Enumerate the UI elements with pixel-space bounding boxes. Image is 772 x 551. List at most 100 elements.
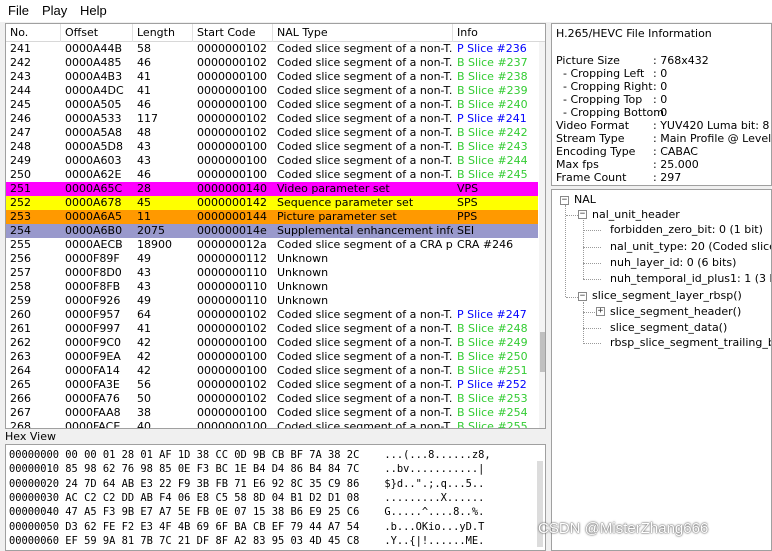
cell-no: 263 [10,350,31,363]
tree-node-nuh-layer-id[interactable]: nuh_layer_id: 0 (6 bits) [610,256,736,270]
cell-length: 43 [137,140,151,153]
cell-info: B Slice #239 [457,84,528,97]
table-row[interactable]: 250 0000A62E 46 0000000100 Coded slice segme… [6,168,538,182]
cell-nal: Coded slice segment of a non-T... [277,336,453,349]
info-key: Frame Count [556,171,627,184]
column-header-no[interactable]: No. [6,24,61,42]
info-key: Stream Type [556,132,625,145]
table-row[interactable]: 258 0000F8FB 43 0000000110 Unknown [6,280,538,294]
cell-length: 38 [137,406,151,419]
info-key: Picture Size [556,54,620,67]
cell-nal: Coded slice segment of a non-T... [277,392,453,405]
collapse-icon[interactable]: − [560,196,569,205]
tree-node-slice-segment-layer-rbsp[interactable]: slice_segment_layer_rbsp() [592,289,742,303]
table-row[interactable]: 268 0000FACE 40 0000000100 Coded slice segme… [6,420,538,429]
table-row[interactable]: 253 0000A6A5 11 0000000144 Picture parameter… [6,210,538,224]
menu-help[interactable]: Help [80,3,107,18]
table-row[interactable]: 248 0000A5D8 43 0000000100 Coded slice segme… [6,140,538,154]
collapse-icon[interactable]: − [578,210,587,219]
cell-start: 0000000100 [197,154,267,167]
cell-offset: 0000F926 [65,294,121,307]
cell-no: 255 [10,238,31,251]
cell-offset: 0000A62E [65,168,122,181]
tree-node-forbidden-zero-bit[interactable]: forbidden_zero_bit: 0 (1 bit) [610,223,763,237]
cell-start: 0000000110 [197,266,267,279]
cell-info [453,280,538,294]
cell-no: 260 [10,308,31,321]
table-row[interactable]: 267 0000FAA8 38 0000000100 Coded slice segme… [6,406,538,420]
cell-offset: 0000F9EA [65,350,121,363]
cell-length: 2075 [137,224,165,237]
table-row[interactable]: 247 0000A5A8 48 0000000102 Coded slice segme… [6,126,538,140]
table-row[interactable]: 259 0000F926 49 0000000110 Unknown [6,294,538,308]
table-row[interactable]: 252 0000A678 45 0000000142 Sequence paramete… [6,196,538,210]
table-row[interactable]: 257 0000F8D0 43 0000000110 Unknown [6,266,538,280]
hex-line: 00000000 00 00 01 28 01 AF 1D 38 CC 0D 9… [9,449,491,461]
tree-node-slice-segment-data[interactable]: slice_segment_data() [610,321,727,335]
cell-length: 43 [137,154,151,167]
table-row[interactable]: 263 0000F9EA 42 0000000100 Coded slice segme… [6,350,538,364]
table-row[interactable]: 262 0000F9C0 42 0000000100 Coded slice segme… [6,336,538,350]
table-scrollbar-thumb[interactable] [540,332,545,372]
cell-offset: 0000F8FB [65,280,121,293]
table-row[interactable]: 244 0000A4DC 41 0000000100 Coded slice segme… [6,84,538,98]
info-key: - Cropping Bottom [556,106,664,119]
cell-nal: Unknown [277,294,329,307]
table-row[interactable]: 245 0000A505 46 0000000100 Coded slice segme… [6,98,538,112]
table-row[interactable]: 255 0000AECB 18900 000000012a Coded slice se… [6,238,538,252]
info-value: : 0 [653,80,668,93]
cell-info: PPS [457,210,478,223]
table-row[interactable]: 249 0000A603 43 0000000100 Coded slice segme… [6,154,538,168]
column-header-length[interactable]: Length [133,24,193,42]
collapse-icon[interactable]: − [578,292,587,301]
info-value: : Main Profile @ Level 3(9 [653,132,772,145]
cell-start: 0000000100 [197,364,267,377]
table-row[interactable]: 251 0000A65C 28 0000000140 Video parameter s… [6,182,538,196]
cell-length: 49 [137,252,151,265]
table-row[interactable]: 242 0000A485 46 0000000102 Coded slice segme… [6,56,538,70]
column-header-offset[interactable]: Offset [61,24,133,42]
cell-no: 257 [10,266,31,279]
info-item: Frame Count: 297 [556,171,681,184]
cell-nal: Coded slice segment of a non-T... [277,350,453,363]
menu-play[interactable]: Play [42,3,67,18]
expand-icon[interactable]: + [596,307,605,316]
cell-length: 64 [137,308,151,321]
hex-line: 00000030 AC C2 C2 DD AB F4 06 E8 C5 58 8… [9,491,485,504]
column-header-start-code[interactable]: Start Code [193,24,273,42]
column-header-nal-type[interactable]: NAL Type [273,24,453,42]
table-row[interactable]: 261 0000F997 41 0000000102 Coded slice segme… [6,322,538,336]
cell-start: 0000000102 [197,308,267,321]
tree-node-nal[interactable]: NAL [574,193,596,207]
table-row[interactable]: 243 0000A4B3 41 0000000100 Coded slice segme… [6,70,538,84]
cell-no: 249 [10,154,31,167]
cell-nal: Coded slice segment of a non-T... [277,126,453,139]
cell-no: 268 [10,420,31,429]
tree-node-nal-unit-header[interactable]: nal_unit_header [592,208,680,222]
cell-nal: Coded slice segment of a non-T... [277,112,453,125]
table-row[interactable]: 265 0000FA3E 56 0000000102 Coded slice segme… [6,378,538,392]
table-row[interactable]: 264 0000FA14 42 0000000100 Coded slice segme… [6,364,538,378]
cell-length: 43 [137,280,151,293]
tree-node-nuh-temporal-id[interactable]: nuh_temporal_id_plus1: 1 (3 bits) [610,272,771,286]
tree-node-slice-segment-header[interactable]: slice_segment_header() [610,305,741,319]
table-row[interactable]: 256 0000F89F 49 0000000112 Unknown [6,252,538,266]
column-header-info[interactable]: Info [453,24,545,42]
table-row[interactable]: 266 0000FA76 50 0000000102 Coded slice segme… [6,392,538,406]
menu-file[interactable]: File [8,3,29,18]
cell-nal: Coded slice segment of a non-T... [277,140,453,153]
cell-nal: Picture parameter set [277,210,397,223]
tree-node-rbsp-trailing-bits[interactable]: rbsp_slice_segment_trailing_bits( [610,336,771,350]
tree-node-nal-unit-type[interactable]: nal_unit_type: 20 (Coded slice se [610,240,771,254]
cell-info: SPS [457,196,478,209]
table-row[interactable]: 246 0000A533 117 0000000102 Coded slice segm… [6,112,538,126]
cell-no: 245 [10,98,31,111]
cell-nal: Coded slice segment of a non-T... [277,322,453,335]
cell-info: B Slice #242 [457,126,528,139]
table-row[interactable]: 254 0000A6B0 2075 000000014e Supplemental en… [6,224,538,238]
table-row[interactable]: 241 0000A44B 58 0000000102 Coded slice segme… [6,42,538,56]
table-scrollbar[interactable] [539,42,545,428]
cell-info: B Slice #248 [457,322,528,335]
cell-length: 42 [137,336,151,349]
table-row[interactable]: 260 0000F957 64 0000000102 Coded slice segme… [6,308,538,322]
